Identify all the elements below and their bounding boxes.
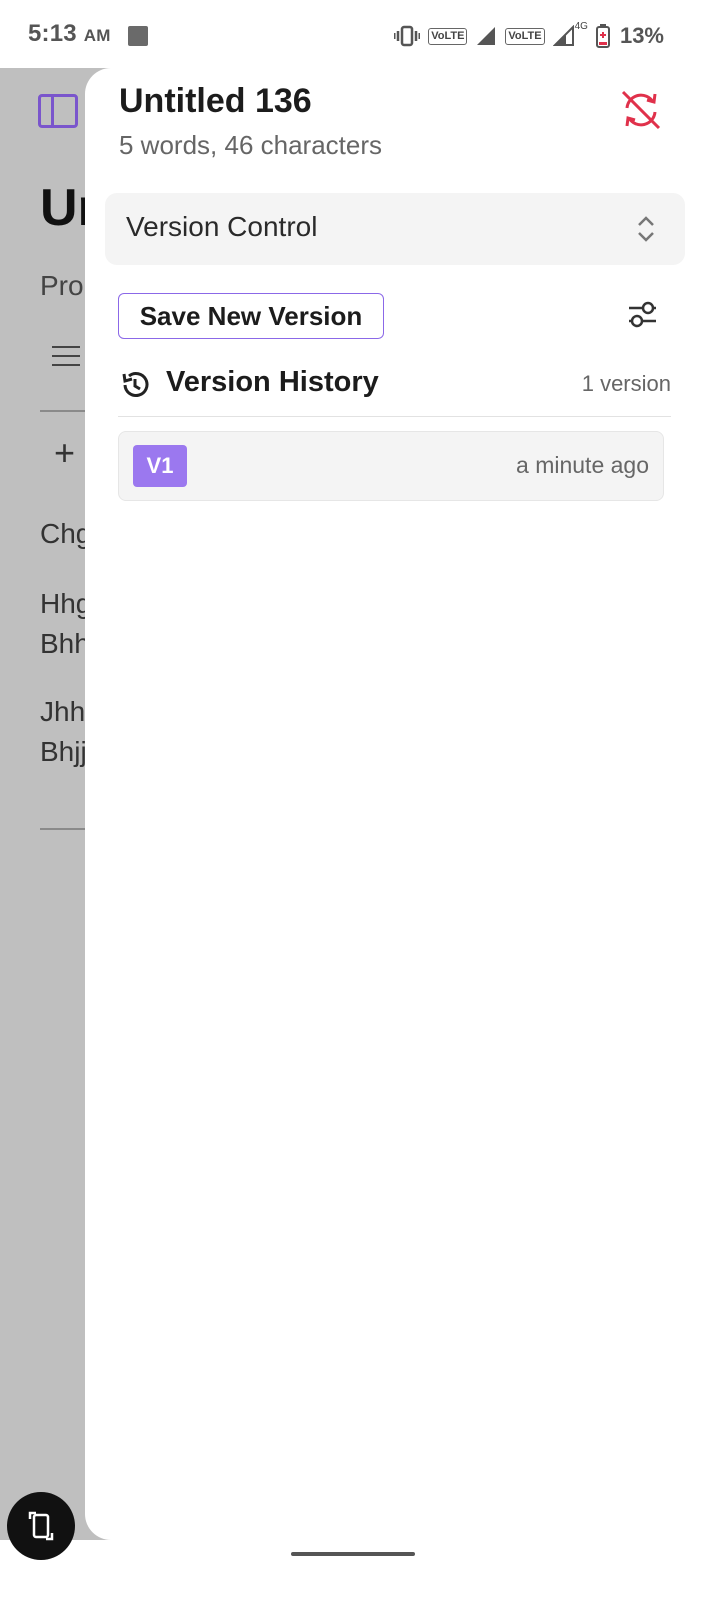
version-control-select[interactable]: Version Control	[105, 193, 685, 265]
version-badge: V1	[133, 445, 187, 487]
background-line-3a: Jhh	[40, 696, 86, 727]
battery-icon	[595, 24, 610, 48]
battery-percent: 13%	[619, 23, 664, 48]
status-time-value: 5:13	[28, 20, 77, 47]
screen-rotate-button[interactable]	[7, 1492, 75, 1560]
vibrate-icon	[394, 25, 421, 47]
notification-icon	[128, 26, 148, 46]
rotate-icon	[28, 1511, 54, 1541]
background-doc-subtitle: Pro	[40, 270, 84, 301]
sidebar-toggle-icon[interactable]	[38, 94, 78, 128]
save-new-version-button[interactable]: Save New Version	[118, 293, 384, 339]
volte-icon-2: VoLTE	[505, 27, 545, 45]
version-list-item[interactable]: V1 a minute ago	[118, 431, 664, 501]
add-block-icon: +	[54, 432, 76, 473]
status-ampm: AM	[83, 26, 111, 45]
document-stats: 5 words, 46 characters	[119, 130, 383, 160]
history-icon	[122, 372, 149, 397]
version-panel: Untitled 136 5 words, 46 characters Vers…	[85, 68, 720, 1540]
background-line-3b: Bhjj	[40, 736, 87, 767]
volte-icon: VoLTE	[428, 27, 468, 45]
status-time: 5:13 AM	[28, 20, 111, 48]
chevron-up-down-icon	[638, 216, 654, 242]
background-line-2b: Bhh	[40, 628, 90, 659]
sync-off-icon[interactable]	[619, 88, 663, 132]
home-indicator[interactable]	[291, 1552, 415, 1556]
version-timestamp: a minute ago	[516, 452, 649, 478]
signal-icon	[477, 27, 496, 45]
filter-settings-icon[interactable]	[627, 298, 657, 330]
document-title: Untitled 136	[119, 82, 312, 120]
network-type: 4G	[574, 20, 588, 32]
version-history-header: Version History 1 version	[118, 364, 671, 417]
version-count: 1 version	[581, 371, 671, 396]
align-icon	[52, 346, 80, 373]
version-history-title: Version History	[166, 366, 379, 398]
background-line-1: Chg	[40, 518, 92, 549]
background-line-2a: Hhg	[40, 588, 92, 619]
select-label: Version Control	[126, 211, 318, 242]
status-bar: 5:13 AM VoLTE VoLTE 4G 13%	[0, 0, 720, 68]
status-icons: VoLTE VoLTE 4G 13%	[394, 20, 664, 50]
signal-icon-2	[552, 25, 574, 46]
